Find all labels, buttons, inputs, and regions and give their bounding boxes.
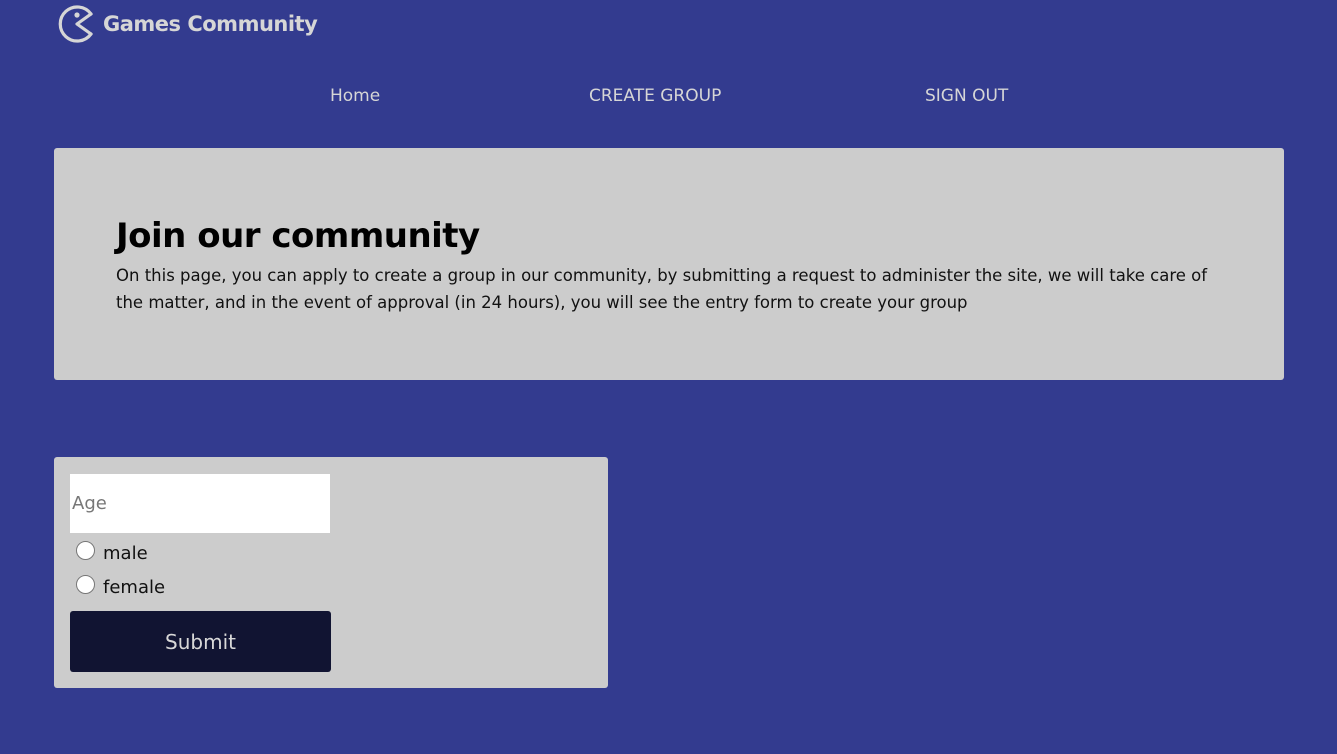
hero-title: Join our community <box>116 216 480 256</box>
female-radio[interactable] <box>76 575 95 594</box>
hero-banner: Join our community On this page, you can… <box>54 148 1284 380</box>
age-input[interactable] <box>70 474 330 533</box>
nav-sign-out-link[interactable]: SIGN OUT <box>925 86 1008 106</box>
brand-name[interactable]: Games Community <box>103 12 318 36</box>
hero-description: On this page, you can apply to create a … <box>116 266 1208 312</box>
gender-option-female[interactable]: female <box>76 575 166 598</box>
submit-button[interactable]: Submit <box>70 611 331 672</box>
male-radio[interactable] <box>76 541 95 560</box>
gender-option-male[interactable]: male <box>76 541 148 564</box>
female-label: female <box>103 577 166 598</box>
request-form: male female Submit <box>54 457 608 688</box>
nav-home-link[interactable]: Home <box>330 86 380 106</box>
pacman-logo-icon[interactable] <box>57 4 97 44</box>
male-label: male <box>103 543 148 564</box>
site-header: Games Community <box>57 4 318 44</box>
nav-create-group-link[interactable]: CREATE GROUP <box>589 86 721 106</box>
